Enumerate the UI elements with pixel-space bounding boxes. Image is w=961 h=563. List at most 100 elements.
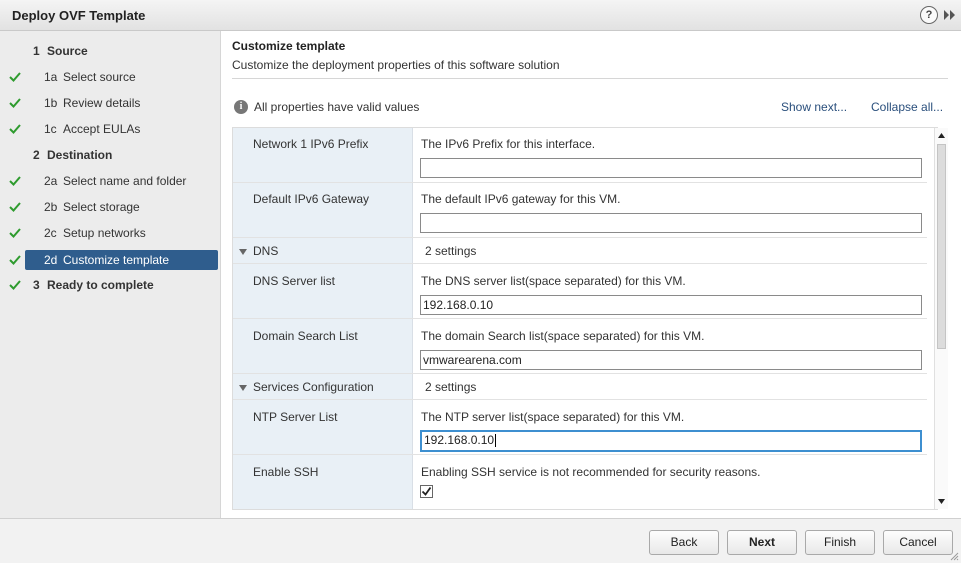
scroll-up-icon[interactable] bbox=[937, 131, 946, 140]
checkmark-icon bbox=[9, 280, 21, 290]
window-title: Deploy OVF Template bbox=[12, 8, 146, 23]
next-button[interactable]: Next bbox=[727, 530, 797, 555]
key-cell bbox=[233, 455, 413, 509]
checkmark-icon bbox=[9, 124, 21, 134]
divider bbox=[232, 78, 948, 79]
back-button[interactable]: Back bbox=[649, 530, 719, 555]
title-bar: Deploy OVF Template ? bbox=[0, 0, 961, 31]
properties-table: Network 1 IPv6 Prefix The IPv6 Prefix fo… bbox=[232, 127, 938, 510]
step-number: 1b bbox=[44, 96, 58, 110]
property-description: The default IPv6 gateway for this VM. bbox=[421, 192, 621, 206]
checkmark-icon bbox=[9, 228, 21, 238]
validation-status: All properties have valid values bbox=[254, 100, 420, 114]
finish-button[interactable]: Finish bbox=[805, 530, 875, 555]
checkmark-icon bbox=[421, 486, 432, 496]
step-label: Customize template bbox=[63, 253, 170, 267]
step-label: Select source bbox=[63, 70, 136, 84]
property-description: Enabling SSH service is not recommended … bbox=[421, 465, 761, 479]
step-select-storage[interactable]: 2b Select storage bbox=[0, 197, 221, 217]
step-number: 2a bbox=[44, 174, 58, 188]
field-value: 192.168.0.10 bbox=[424, 433, 495, 447]
table-row: Network 1 IPv6 Prefix The IPv6 Prefix fo… bbox=[233, 128, 927, 183]
step-setup-networks[interactable]: 2c Setup networks bbox=[0, 223, 221, 243]
checkmark-icon bbox=[9, 98, 21, 108]
checkmark-icon bbox=[9, 255, 21, 265]
step-label: Select name and folder bbox=[63, 174, 187, 188]
ipv6-gateway-field[interactable] bbox=[420, 213, 922, 233]
scroll-down-icon[interactable] bbox=[937, 497, 946, 506]
wizard-steps-sidebar: 1 Source 1a Select source 1b Review deta… bbox=[0, 31, 221, 518]
step-customize-template[interactable]: 2d Customize template bbox=[0, 250, 221, 270]
step-accept-eulas[interactable]: 1c Accept EULAs bbox=[0, 119, 221, 139]
checkmark-icon bbox=[9, 72, 21, 82]
table-row: Enable SSH Enabling SSH service is not r… bbox=[233, 455, 927, 509]
group-name: Services Configuration bbox=[253, 380, 374, 394]
property-name: Default IPv6 Gateway bbox=[253, 192, 370, 206]
property-name: Domain Search List bbox=[253, 329, 358, 343]
step-destination: 2 Destination bbox=[0, 145, 221, 165]
step-select-name-folder[interactable]: 2a Select name and folder bbox=[0, 171, 221, 191]
step-label: Setup networks bbox=[63, 226, 146, 240]
show-next-link[interactable]: Show next... bbox=[781, 100, 847, 114]
group-settings-count: 2 settings bbox=[425, 380, 477, 394]
step-label: Accept EULAs bbox=[63, 122, 141, 136]
property-description: The IPv6 Prefix for this interface. bbox=[421, 137, 596, 151]
page-title: Customize template bbox=[232, 39, 346, 53]
cancel-button[interactable]: Cancel bbox=[883, 530, 953, 555]
step-number: 2c bbox=[44, 226, 57, 240]
vertical-scrollbar[interactable] bbox=[934, 128, 948, 509]
step-label: Destination bbox=[47, 148, 113, 162]
property-name: DNS Server list bbox=[253, 274, 336, 288]
property-name: Network 1 IPv6 Prefix bbox=[253, 137, 369, 151]
checkmark-icon bbox=[9, 176, 21, 186]
collapse-triangle-icon[interactable] bbox=[239, 385, 247, 391]
ipv6-prefix-field[interactable] bbox=[420, 158, 922, 178]
step-number: 2d bbox=[44, 253, 58, 267]
scrollbar-thumb[interactable] bbox=[937, 144, 946, 349]
step-number: 2 bbox=[33, 148, 40, 162]
property-name: Enable SSH bbox=[253, 465, 319, 479]
collapse-all-link[interactable]: Collapse all... bbox=[871, 100, 943, 114]
property-description: The NTP server list(space separated) for… bbox=[421, 410, 685, 424]
group-name: DNS bbox=[253, 244, 279, 258]
group-row-services[interactable]: Services Configuration 2 settings bbox=[233, 374, 927, 400]
step-label: Source bbox=[47, 44, 88, 58]
domain-search-field[interactable] bbox=[420, 350, 922, 370]
expand-icon[interactable] bbox=[943, 8, 957, 22]
group-settings-count: 2 settings bbox=[425, 244, 477, 258]
resize-grip-icon[interactable] bbox=[950, 552, 959, 561]
key-cell bbox=[233, 264, 413, 318]
step-label: Select storage bbox=[63, 200, 140, 214]
group-row-dns[interactable]: DNS 2 settings bbox=[233, 238, 927, 264]
step-number: 3 bbox=[33, 278, 40, 292]
dns-server-field[interactable] bbox=[420, 295, 922, 315]
table-row: Default IPv6 Gateway The default IPv6 ga… bbox=[233, 183, 927, 238]
property-description: The DNS server list(space separated) for… bbox=[421, 274, 686, 288]
step-number: 1c bbox=[44, 122, 57, 136]
table-row: DNS Server list The DNS server list(spac… bbox=[233, 264, 927, 319]
text-caret bbox=[495, 434, 497, 448]
collapse-triangle-icon[interactable] bbox=[239, 249, 247, 255]
enable-ssh-checkbox[interactable] bbox=[420, 485, 433, 498]
ntp-server-field[interactable]: 192.168.0.10 bbox=[420, 430, 922, 452]
key-cell bbox=[233, 319, 413, 373]
step-select-source[interactable]: 1a Select source bbox=[0, 67, 221, 87]
step-number: 1a bbox=[44, 70, 58, 84]
info-icon: i bbox=[234, 100, 248, 114]
step-number: 2b bbox=[44, 200, 58, 214]
step-label: Review details bbox=[63, 96, 141, 110]
key-cell bbox=[233, 400, 413, 454]
main-content: Customize template Customize the deploym… bbox=[221, 31, 961, 518]
step-ready-to-complete[interactable]: 3 Ready to complete bbox=[0, 275, 221, 295]
step-number: 1 bbox=[33, 44, 40, 58]
page-subtitle: Customize the deployment properties of t… bbox=[232, 58, 560, 72]
step-label: Ready to complete bbox=[47, 278, 154, 292]
property-description: The domain Search list(space separated) … bbox=[421, 329, 705, 343]
property-name: NTP Server List bbox=[253, 410, 338, 424]
help-icon[interactable]: ? bbox=[920, 6, 938, 24]
dialog-footer: Back Next Finish Cancel bbox=[0, 518, 961, 563]
step-source: 1 Source bbox=[0, 41, 221, 61]
step-review-details[interactable]: 1b Review details bbox=[0, 93, 221, 113]
table-row: NTP Server List The NTP server list(spac… bbox=[233, 400, 927, 455]
table-row: Domain Search List The domain Search lis… bbox=[233, 319, 927, 374]
